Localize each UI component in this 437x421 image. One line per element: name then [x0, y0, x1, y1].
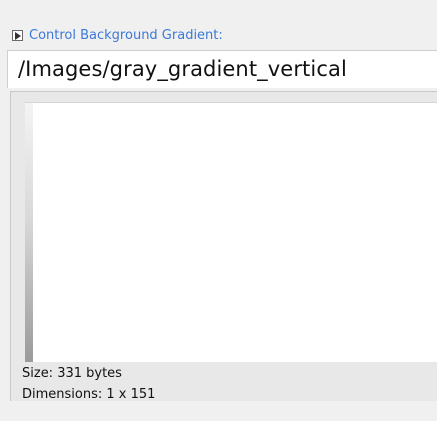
gradient-strip — [25, 103, 33, 362]
expand-triangle-icon[interactable] — [12, 29, 23, 41]
image-size-text: Size: 331 bytes — [22, 366, 122, 381]
image-path-value: /Images/gray_gradient_vertical — [18, 57, 347, 81]
property-panel: Control Background Gradient: /Images/gra… — [0, 0, 437, 421]
image-path-field[interactable]: /Images/gray_gradient_vertical — [7, 50, 437, 88]
gradient-preview-image — [25, 102, 437, 362]
property-header: Control Background Gradient: — [12, 25, 223, 45]
image-preview-frame — [10, 91, 437, 401]
image-dimensions-text: Dimensions: 1 x 151 — [22, 387, 156, 402]
property-label: Control Background Gradient: — [29, 27, 223, 43]
